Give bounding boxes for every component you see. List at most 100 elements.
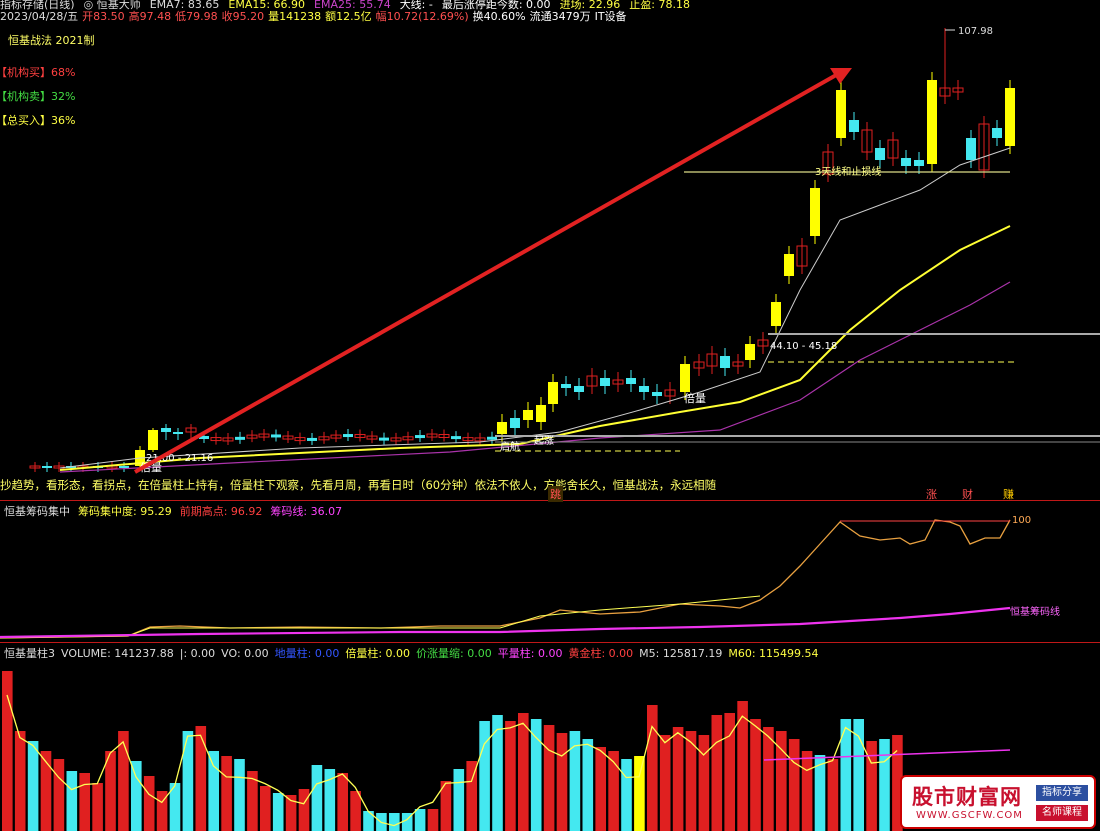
ema7-line (59, 147, 1011, 469)
candle-body (379, 437, 389, 441)
chip-line-label: 恒基筹码线 (1010, 607, 1060, 618)
volume-bar (260, 786, 271, 831)
high-price-label: 107.98 (958, 26, 993, 37)
volume-bar (827, 759, 839, 831)
volume-bar (479, 721, 490, 831)
signal-label: 启航 (500, 440, 520, 453)
signal-tag: 财 (962, 488, 973, 501)
volume-bar (143, 776, 155, 831)
volume-bar (634, 756, 645, 831)
volume-bar (801, 751, 813, 831)
candle-body (536, 405, 546, 422)
candle-body (451, 436, 461, 440)
volume-bar (505, 721, 516, 831)
candle-body (561, 384, 571, 388)
volume-bar (105, 751, 116, 831)
candlestick-chart[interactable]: 107.983天线和止损线44.10 - 45.1821.00 - 21.16倍… (0, 0, 1100, 490)
volume-bar (208, 751, 219, 831)
signal-label: 倍量 (684, 391, 706, 405)
candle-body (720, 356, 730, 368)
candle-body (992, 128, 1002, 138)
volume-bar (530, 719, 542, 831)
candle-body (548, 382, 558, 404)
candle-body (307, 437, 317, 441)
chip-top-label: 100 (1012, 515, 1032, 526)
volume-bar (595, 747, 606, 831)
candle-body (639, 386, 649, 392)
candle-body (901, 158, 911, 166)
signal-tag: 涨 (926, 488, 937, 501)
candle-body (875, 148, 885, 160)
candle-body (771, 302, 781, 326)
volume-bar (40, 751, 52, 831)
volume-bar (414, 809, 426, 831)
volume-bar (131, 761, 142, 831)
trend-arrow-shaft (134, 72, 839, 474)
candle-body (510, 418, 520, 428)
volume-bar (195, 726, 207, 831)
volume-bar (92, 783, 103, 831)
volume-bar (272, 793, 284, 831)
volume-bar (659, 735, 671, 831)
candle-body (343, 434, 353, 438)
candle-body (1005, 88, 1015, 146)
volume-bar (79, 773, 90, 831)
volume-bar (337, 773, 348, 831)
volume-bar (879, 739, 890, 831)
range-label: 44.10 - 45.18 (770, 341, 837, 352)
candle-body (161, 428, 171, 432)
volume-bar (750, 719, 761, 831)
candle-body (42, 466, 52, 468)
volume-bar (556, 733, 568, 831)
volume-bar (53, 759, 65, 831)
candle-body (235, 436, 245, 440)
candle-body (966, 138, 976, 160)
candle-body (600, 378, 610, 386)
volume-bar (350, 791, 361, 831)
volume-bar (698, 735, 710, 831)
chip-concentration-chart[interactable] (0, 500, 1100, 642)
volume-bar (118, 731, 129, 831)
signal-tag: 跳 (548, 486, 563, 502)
volume-bar (298, 789, 310, 831)
candle-body (148, 430, 158, 450)
volume-bar (14, 731, 26, 831)
candle-body (415, 435, 425, 439)
legend-item: 【机构买】68% (0, 66, 76, 79)
volume-bar (453, 769, 465, 831)
candle-body (914, 160, 924, 166)
watermark-tag-course: 名师课程 (1036, 805, 1088, 821)
candle-body (680, 364, 690, 392)
candle-body (745, 344, 755, 360)
signal-tag: 赚 (1003, 488, 1014, 501)
candle-body (173, 432, 183, 434)
volume-bar (647, 705, 658, 831)
volume-bar (711, 715, 723, 831)
support-label: 3天线和止损线 (815, 165, 881, 178)
volume-bar (182, 731, 194, 831)
candle-body (836, 90, 846, 138)
candle-body (271, 434, 281, 438)
signal-label: 起涨 (534, 435, 554, 447)
volume-bar (672, 727, 684, 831)
candle-body (849, 120, 859, 132)
strategy-motto: 抄趋势，看形态，看拐点，在倍量柱上持有，倍量柱下观察，先看月周，再看日时（60分… (0, 478, 717, 492)
volume-bar (389, 813, 400, 831)
chip-line (0, 606, 1011, 639)
legend-item: 【机构卖】32% (0, 90, 76, 103)
candle-body (574, 386, 584, 392)
volume-bar (543, 725, 555, 831)
candle-body (626, 378, 636, 384)
candle-body (927, 80, 937, 164)
candle-body (523, 410, 533, 420)
volume-bar (311, 765, 323, 831)
volume-bar (763, 727, 774, 831)
candle-body (784, 254, 794, 276)
volume-bar (27, 741, 39, 831)
candle-body (119, 466, 129, 468)
candle-body (652, 392, 662, 396)
candle-body (497, 422, 507, 434)
volume-bar (518, 713, 529, 831)
volume-bar (66, 771, 78, 831)
candle-body (487, 436, 497, 440)
